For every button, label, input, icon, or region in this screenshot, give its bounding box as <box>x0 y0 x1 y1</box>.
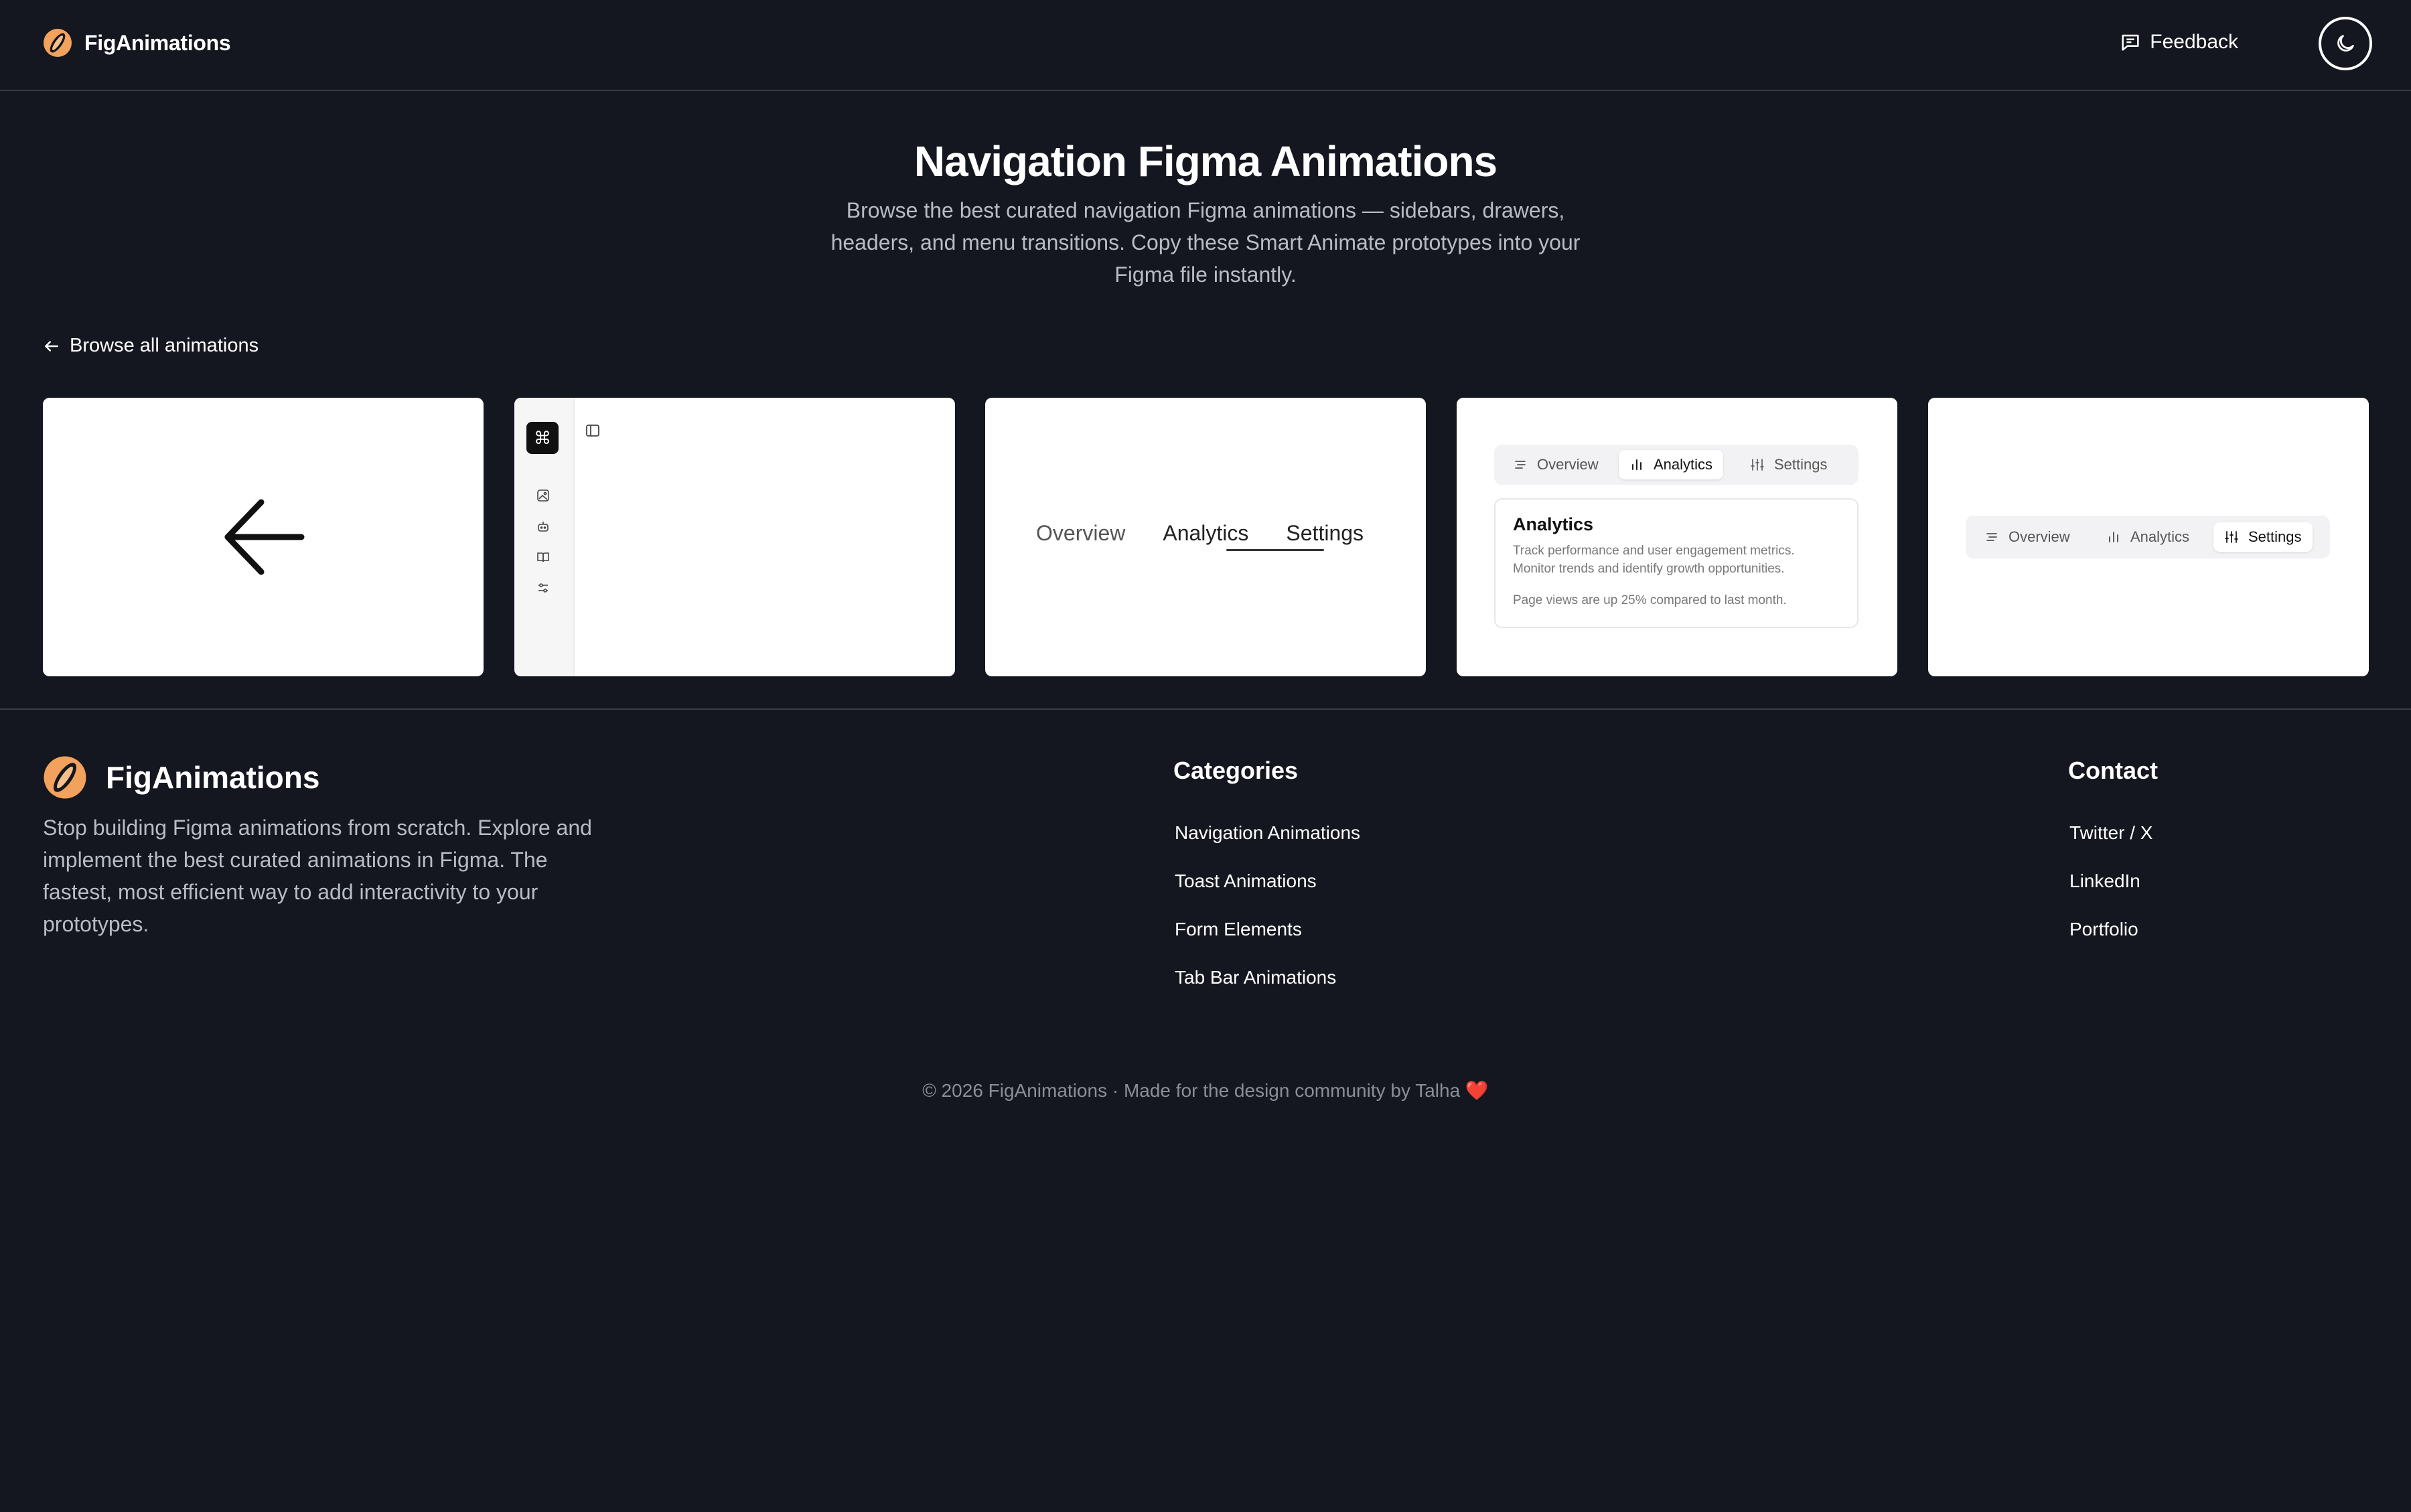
animation-card-sidebar[interactable]: ⌘ <box>514 398 955 676</box>
top-navigation-bar: FigAnimations Feedback <box>0 0 2411 91</box>
browse-all-label: Browse all animations <box>70 335 259 356</box>
page-title: Navigation Figma Animations <box>914 137 1497 185</box>
feedback-icon <box>2122 34 2139 51</box>
panel-description: Track performance and user engagement me… <box>1513 544 1795 576</box>
logo-icon <box>44 756 86 799</box>
browse-all-link[interactable]: Browse all animations <box>43 335 259 357</box>
animation-card-back-arrow[interactable] <box>43 398 484 676</box>
sidebar-panel-icon <box>586 425 599 437</box>
analytics-content-panel: Analytics Track performance and user eng… <box>1494 498 1858 628</box>
category-link[interactable]: Form Elements <box>1175 919 1360 967</box>
segmented-tab-bar: Overview Analytics Settings <box>1494 445 1858 485</box>
contact-link[interactable]: LinkedIn <box>2069 871 2152 919</box>
contact-link[interactable]: Portfolio <box>2069 919 2152 967</box>
animation-card-segmented-tabs[interactable]: Overview Analytics Settings <box>1928 398 2369 676</box>
tab-settings-label: Settings <box>1774 456 1828 473</box>
category-link[interactable]: Toast Animations <box>1175 871 1360 919</box>
tab-overview[interactable]: Overview <box>1036 521 1125 546</box>
tab-settings[interactable]: Settings <box>1750 450 1828 479</box>
animation-card-underline-tabs[interactable]: Overview Analytics Settings <box>985 398 1426 676</box>
panel-title: Analytics <box>1513 514 1594 534</box>
bar-chart-icon <box>1632 459 1641 470</box>
tab-analytics-active[interactable]: Analytics <box>1619 450 1724 479</box>
brand-link[interactable]: FigAnimations <box>43 28 231 58</box>
footer-divider <box>0 708 2411 710</box>
copyright-text: © 2026 FigAnimations · Made for the desi… <box>922 1080 1489 1101</box>
tab-analytics-label: Analytics <box>2130 528 2190 545</box>
tab-overview[interactable]: Overview <box>1984 522 2070 552</box>
arrow-left-icon <box>45 340 58 352</box>
list-icon <box>1515 461 1526 469</box>
sliders-icon <box>538 583 548 593</box>
feedback-label: Feedback <box>2150 31 2238 53</box>
theme-toggle-button[interactable] <box>2319 17 2372 70</box>
contact-link[interactable]: Twitter / X <box>2069 822 2152 871</box>
footer-description: Stop building Figma animations from scra… <box>43 816 592 936</box>
tab-overview-label: Overview <box>2008 528 2070 545</box>
contact-heading: Contact <box>2068 757 2158 784</box>
moon-icon <box>2337 35 2354 52</box>
tab-settings-active[interactable]: Settings <box>2213 522 2313 552</box>
feedback-button[interactable]: Feedback <box>2119 31 2238 54</box>
category-link[interactable]: Tab Bar Animations <box>1175 967 1360 1015</box>
contact-list: Twitter / X LinkedIn Portfolio <box>2069 822 2152 967</box>
categories-list: Navigation Animations Toast Animations F… <box>1175 822 1360 1015</box>
panel-note: Page views are up 25% compared to last m… <box>1513 593 1787 607</box>
underline-tab-bar: Overview Analytics Settings <box>1036 521 1401 546</box>
image-icon <box>537 489 549 502</box>
footer-brand-name: FigAnimations <box>106 760 320 795</box>
tab-overview[interactable]: Overview <box>1513 450 1599 479</box>
tab-analytics-label: Analytics <box>1654 456 1713 473</box>
arrow-left-icon <box>224 499 305 575</box>
sidebar-rail: ⌘ <box>514 398 575 676</box>
list-icon <box>1986 533 1997 541</box>
command-icon: ⌘ <box>526 422 559 454</box>
bot-icon <box>538 522 549 532</box>
category-link[interactable]: Navigation Animations <box>1175 822 1360 871</box>
tab-analytics[interactable]: Analytics <box>2106 522 2189 552</box>
animation-card-segmented-panel[interactable]: Overview Analytics Settings Analytics Tr… <box>1457 398 1897 676</box>
settings-sliders-icon <box>1751 459 1764 471</box>
footer-brand[interactable]: FigAnimations <box>43 755 319 800</box>
settings-sliders-icon <box>2225 531 2238 543</box>
bar-chart-icon <box>2109 532 2118 542</box>
tab-analytics[interactable]: Analytics <box>1163 521 1248 546</box>
logo-icon <box>44 29 72 57</box>
brand-name: FigAnimations <box>84 30 231 55</box>
page-subtitle: Browse the best curated navigation Figma… <box>830 198 1581 287</box>
segmented-tab-bar: Overview Analytics Settings <box>1966 516 2330 558</box>
tab-overview-label: Overview <box>1537 456 1599 473</box>
tab-underline-indicator <box>1226 549 1324 551</box>
book-icon <box>537 552 549 562</box>
tab-settings[interactable]: Settings <box>1286 521 1364 546</box>
tab-settings-label: Settings <box>2248 528 2302 545</box>
categories-heading: Categories <box>1173 757 1299 784</box>
